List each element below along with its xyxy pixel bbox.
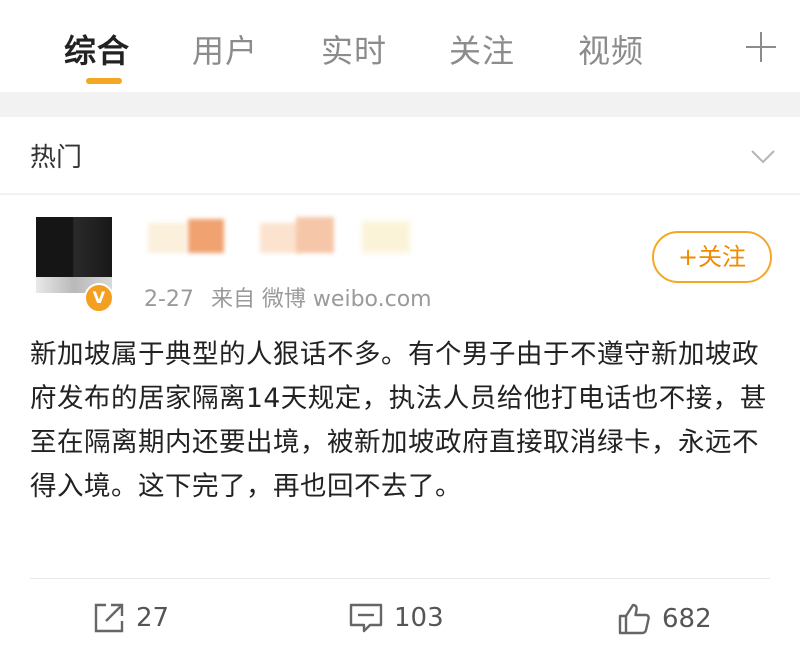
tab-realtime[interactable]: 实时 xyxy=(321,26,387,72)
chevron-down-icon[interactable] xyxy=(750,143,776,169)
like-icon xyxy=(618,603,650,635)
post-card: V 2-27 来自 微博 weibo.com +关注 新加坡属于典型的人狠话不多… xyxy=(0,195,800,660)
post-date: 2-27 xyxy=(144,287,194,312)
like-button[interactable]: 682 xyxy=(616,601,712,637)
tab-following[interactable]: 关注 xyxy=(449,26,515,72)
tab-comprehensive[interactable]: 综合 xyxy=(64,26,130,72)
tab-users[interactable]: 用户 xyxy=(192,26,258,72)
share-icon xyxy=(94,603,124,633)
like-count: 682 xyxy=(662,604,712,634)
hot-section-header[interactable]: 热门 xyxy=(0,117,800,193)
comment-button[interactable]: 103 xyxy=(348,601,444,635)
post-source[interactable]: 来自 微博 weibo.com xyxy=(211,287,432,312)
post-action-bar: 27 103 682 xyxy=(30,578,770,659)
post-text: 新加坡属于典型的人狠话不多。有个男子由于不遵守新加坡政府发布的居家隔离14天规定… xyxy=(30,339,767,502)
avatar[interactable] xyxy=(36,217,112,293)
verified-icon: V xyxy=(84,283,114,313)
follow-button[interactable]: +关注 xyxy=(652,231,772,283)
active-tab-indicator xyxy=(86,78,122,84)
username-redacted[interactable] xyxy=(148,217,448,255)
comment-icon xyxy=(349,603,383,633)
comment-count: 103 xyxy=(394,603,444,633)
plus-icon[interactable] xyxy=(744,30,778,64)
tab-video[interactable]: 视频 xyxy=(578,26,644,72)
repost-button[interactable]: 27 xyxy=(92,601,169,635)
post-meta: 2-27 来自 微博 weibo.com xyxy=(144,281,442,313)
hot-section-label: 热门 xyxy=(30,143,83,173)
repost-count: 27 xyxy=(136,603,170,633)
top-tab-bar: 综合 用户 实时 关注 视频 xyxy=(0,0,800,92)
